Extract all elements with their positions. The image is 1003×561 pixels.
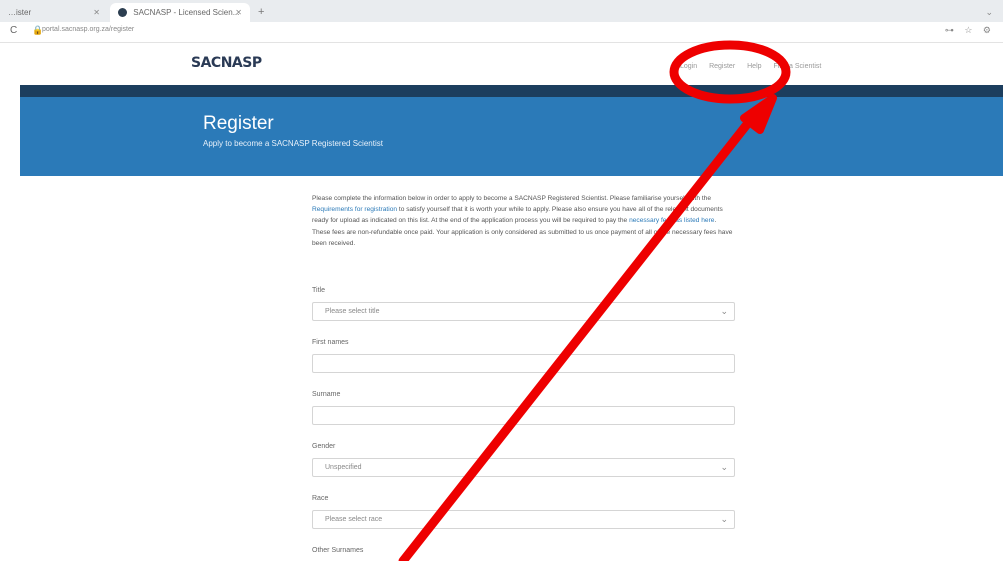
first-names-input[interactable] [312, 354, 735, 373]
title-select-value: Please select title [325, 308, 380, 315]
close-tab-icon[interactable]: ✕ [235, 3, 242, 22]
nav-login-link[interactable]: Login [680, 63, 697, 70]
url-input[interactable]: portal.sacnasp.org.za/register [42, 26, 134, 33]
first-names-label: First names [312, 339, 349, 346]
browser-extension-icons[interactable]: ⊶ ☆ ⚙ [945, 25, 995, 36]
race-select[interactable]: Please select race ⌄ [312, 510, 735, 529]
title-select[interactable]: Please select title ⌄ [312, 302, 735, 321]
chevron-down-icon: ⌄ [720, 462, 728, 472]
title-label: Title [312, 287, 325, 294]
reload-icon[interactable]: C [10, 25, 17, 36]
surname-input[interactable] [312, 406, 735, 425]
gender-select[interactable]: Unspecified ⌄ [312, 458, 735, 477]
page-subtitle: Apply to become a SACNASP Registered Sci… [203, 139, 383, 148]
requirements-link[interactable]: Requirements for registration [312, 206, 397, 213]
intro-text: Please complete the information below in… [312, 195, 711, 202]
browser-tab-bar: …ister ✕ SACNASP - Licensed Scien... ✕ +… [0, 0, 1003, 22]
close-tab-icon[interactable]: ✕ [93, 3, 100, 22]
fees-link[interactable]: necessary fees as listed here [629, 217, 714, 224]
page-banner: Register Apply to become a SACNASP Regis… [20, 97, 1003, 176]
gender-select-value: Unspecified [325, 464, 362, 471]
intro-paragraph: Please complete the information below in… [312, 193, 736, 249]
race-label: Race [312, 495, 329, 502]
surname-label: Surname [312, 391, 341, 398]
chevron-down-icon: ⌄ [720, 514, 728, 524]
top-nav: Login Register Help Find a Scientist [680, 63, 831, 70]
browser-tab-active[interactable]: SACNASP - Licensed Scien... ✕ [110, 3, 250, 22]
page-title: Register [203, 113, 274, 134]
site-favicon-icon [118, 8, 127, 18]
chevron-down-icon: ⌄ [720, 306, 728, 316]
annotation-arrow-shaft [398, 113, 757, 561]
gender-label: Gender [312, 443, 336, 450]
nav-find-scientist-link[interactable]: Find a Scientist [773, 63, 821, 70]
browser-tab-label: SACNASP - Licensed Scien... [133, 8, 240, 17]
new-tab-button[interactable]: + [258, 3, 264, 22]
other-surnames-label: Other Surnames [312, 547, 364, 554]
tab-search-icon[interactable]: ⌄ [985, 3, 993, 22]
browser-tab-previous[interactable]: …ister ✕ [0, 3, 108, 22]
registration-form: Please complete the information below in… [312, 193, 736, 554]
race-select-value: Please select race [325, 516, 383, 523]
header-divider-strip [20, 85, 1003, 97]
nav-help-link[interactable]: Help [747, 63, 761, 70]
sacnasp-logo[interactable]: SACNASP [191, 55, 262, 71]
address-bar: C 🔒 portal.sacnasp.org.za/register ⊶ ☆ ⚙ [0, 22, 1003, 43]
site-header: SACNASP Login Register Help Find a Scien… [20, 43, 1003, 85]
nav-register-link[interactable]: Register [709, 63, 735, 70]
browser-tab-label: …ister [8, 8, 32, 17]
